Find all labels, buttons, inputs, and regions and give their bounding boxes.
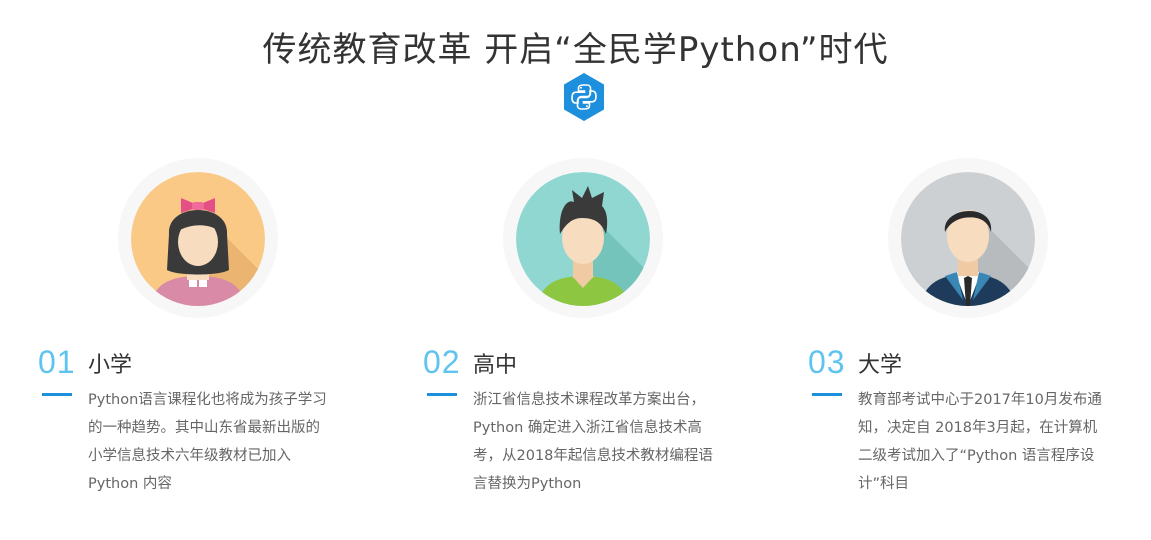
accent-dash xyxy=(427,393,457,396)
description-line: 言替换为Python xyxy=(473,476,582,492)
boy-avatar-icon xyxy=(516,172,650,306)
stage-card-university: 03 大学 教育部考试中心于2017年10月发布通 知，决定自 2018年3月起… xyxy=(808,0,1151,540)
description-line: 考，从2018年起信息技术教材编程语 xyxy=(473,448,713,464)
description-line: 浙江省信息技术课程改革方案出台， xyxy=(473,392,705,408)
description-line: 的一种趋势。其中山东省最新出版的 xyxy=(88,420,320,436)
description-line: 小学信息技术六年级教材已加入 xyxy=(88,448,291,464)
stage-description: 浙江省信息技术课程改革方案出台， Python 确定进入浙江省信息技术高 考，从… xyxy=(473,386,743,498)
description-line: 知，决定自 2018年3月起，在计算机 xyxy=(858,420,1098,436)
stage-description: 教育部考试中心于2017年10月发布通 知，决定自 2018年3月起，在计算机 … xyxy=(858,386,1128,498)
stage-card-high-school: 02 高中 浙江省信息技术课程改革方案出台， Python 确定进入浙江省信息技… xyxy=(423,0,783,540)
stage-number: 01 xyxy=(38,344,76,380)
description-line: 教育部考试中心于2017年10月发布通 xyxy=(858,392,1102,408)
description-line: Python 确定进入浙江省信息技术高 xyxy=(473,420,702,436)
girl-avatar-icon xyxy=(131,172,265,306)
stage-card-primary: 01 小学 Python语言课程化也将成为孩子学习 的一种趋势。其中山东省最新出… xyxy=(38,0,398,540)
accent-dash xyxy=(42,393,72,396)
avatar xyxy=(888,158,1048,318)
accent-dash xyxy=(812,393,842,396)
description-line: 计”科目 xyxy=(858,476,910,492)
man-in-suit-avatar-icon xyxy=(901,172,1035,306)
description-line: Python语言课程化也将成为孩子学习 xyxy=(88,392,327,408)
avatar xyxy=(503,158,663,318)
stage-number: 03 xyxy=(808,344,846,380)
description-line: Python 内容 xyxy=(88,476,172,492)
stage-level: 小学 xyxy=(88,353,133,378)
stage-number: 02 xyxy=(423,344,461,380)
description-line: 二级考试加入了“Python 语言程序设 xyxy=(858,448,1095,464)
stage-description: Python语言课程化也将成为孩子学习 的一种趋势。其中山东省最新出版的 小学信… xyxy=(88,386,358,498)
stage-level: 高中 xyxy=(473,353,518,378)
stage-level: 大学 xyxy=(858,353,903,378)
avatar xyxy=(118,158,278,318)
